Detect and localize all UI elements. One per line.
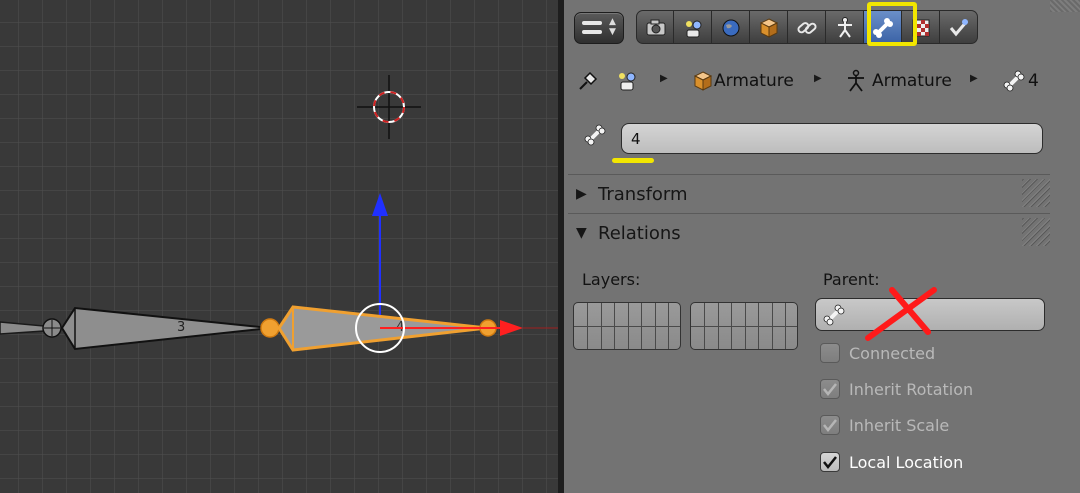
breadcrumb-armature-label: Armature (872, 71, 952, 91)
chevron-down-icon: ▼ (609, 27, 616, 37)
bone-icon (584, 124, 606, 146)
bone-layers-grid-2[interactable] (690, 302, 798, 350)
checkbox-box[interactable] (820, 379, 840, 399)
bone-icon (823, 304, 845, 326)
breadcrumb-bone-label: 4 (1028, 71, 1039, 91)
checkbox-inherit-rotation[interactable]: Inherit Rotation (820, 376, 973, 402)
tab-material[interactable] (902, 10, 940, 44)
armature-data-icon (838, 17, 852, 38)
checkbox-box[interactable] (820, 415, 840, 435)
highlight-underline (612, 158, 654, 163)
world-icon (722, 19, 740, 37)
breadcrumb: ▶ Armature ▶ Armature ▶ 4 (576, 66, 1066, 96)
disclosure-expanded-icon: ▼ (576, 225, 587, 241)
panel-relations-title: Relations (598, 222, 681, 244)
bone-3-label: 3 (177, 320, 185, 335)
checkbox-inherit-rotation-label: Inherit Rotation (849, 379, 974, 399)
bone-icon (873, 18, 893, 38)
checkbox-inherit-scale[interactable]: Inherit Scale (820, 412, 949, 438)
chevron-up-icon: ▲ (609, 17, 616, 27)
breadcrumb-object[interactable]: Armature (692, 66, 794, 96)
tab-render[interactable] (636, 10, 674, 44)
panel-drag-handle[interactable] (1022, 218, 1050, 246)
editor-type-button[interactable]: ▲ ▼ (574, 12, 624, 44)
checkbox-inherit-scale-label: Inherit Scale (849, 415, 950, 435)
breadcrumb-armature[interactable]: Armature (844, 66, 952, 96)
scene-icon (619, 72, 636, 91)
context-tabs (636, 10, 978, 44)
tab-world[interactable] (712, 10, 750, 44)
bone-name-icon-wrap (582, 122, 608, 152)
checkbox-connected-label: Connected (849, 343, 936, 363)
checkbox-local-location-label: Local Location (849, 452, 964, 472)
properties-editor: ▲ ▼ ▶ Armature ▶ Armature ▶ 4 4 ▶ Transf… (564, 0, 1080, 493)
breadcrumb-arrow-icon: ▶ (660, 73, 668, 84)
checkmark-icon (823, 456, 837, 470)
breadcrumb-arrow-icon: ▶ (970, 73, 978, 84)
area-split-corner[interactable] (1050, 0, 1080, 12)
tab-armature-data[interactable] (826, 10, 864, 44)
checkbox-local-location[interactable]: Local Location (820, 449, 963, 475)
panel-transform[interactable]: ▶ Transform (568, 174, 1050, 212)
pin-icon (579, 71, 598, 90)
tab-object[interactable] (750, 10, 788, 44)
tab-render-layers[interactable] (674, 10, 712, 44)
disclosure-collapsed-icon: ▶ (576, 186, 587, 202)
tab-bone[interactable] (864, 10, 902, 44)
checkmark-icon (823, 383, 837, 397)
checkmark-icon (823, 419, 837, 433)
3d-viewport[interactable]: 3 4 (0, 0, 558, 493)
material-checker-icon (912, 19, 930, 37)
render-icon (646, 19, 666, 36)
tab-constraints[interactable] (788, 10, 826, 44)
armature-icon (848, 69, 864, 92)
3d-cursor[interactable] (357, 75, 421, 139)
breadcrumb-object-label: Armature (714, 71, 794, 91)
bone-icon (1003, 70, 1025, 92)
object-icon (759, 18, 779, 38)
checkbox-box[interactable] (820, 343, 840, 363)
checkbox-box[interactable] (820, 452, 840, 472)
object-cube-icon (693, 71, 713, 91)
viewport-canvas[interactable]: 3 4 (0, 0, 558, 493)
bone-name-field[interactable]: 4 (621, 123, 1043, 154)
red-cross-annotation (865, 287, 937, 341)
breadcrumb-bone[interactable]: 4 (1002, 66, 1039, 96)
bone-3[interactable]: 3 (0, 306, 271, 351)
constraints-icon (797, 22, 817, 34)
bone-constraint-icon (949, 19, 969, 37)
breadcrumb-scene[interactable] (614, 66, 640, 96)
panel-transform-title: Transform (598, 183, 688, 205)
panel-relations[interactable]: ▼ Relations (568, 213, 1050, 251)
z-axis-arrow[interactable] (372, 193, 388, 326)
layers-label: Layers: (582, 270, 641, 289)
panel-relations-header[interactable]: ▼ Relations (576, 214, 681, 252)
panel-drag-handle[interactable] (1022, 179, 1050, 207)
render-layers-icon (686, 20, 702, 38)
tab-bone-constraints[interactable] (940, 10, 978, 44)
pin-button[interactable] (576, 66, 600, 96)
panel-transform-header[interactable]: ▶ Transform (576, 175, 688, 213)
bone-layers-grid-1[interactable] (573, 302, 681, 350)
breadcrumb-arrow-icon: ▶ (814, 73, 822, 84)
checkbox-connected[interactable]: Connected (820, 340, 935, 366)
